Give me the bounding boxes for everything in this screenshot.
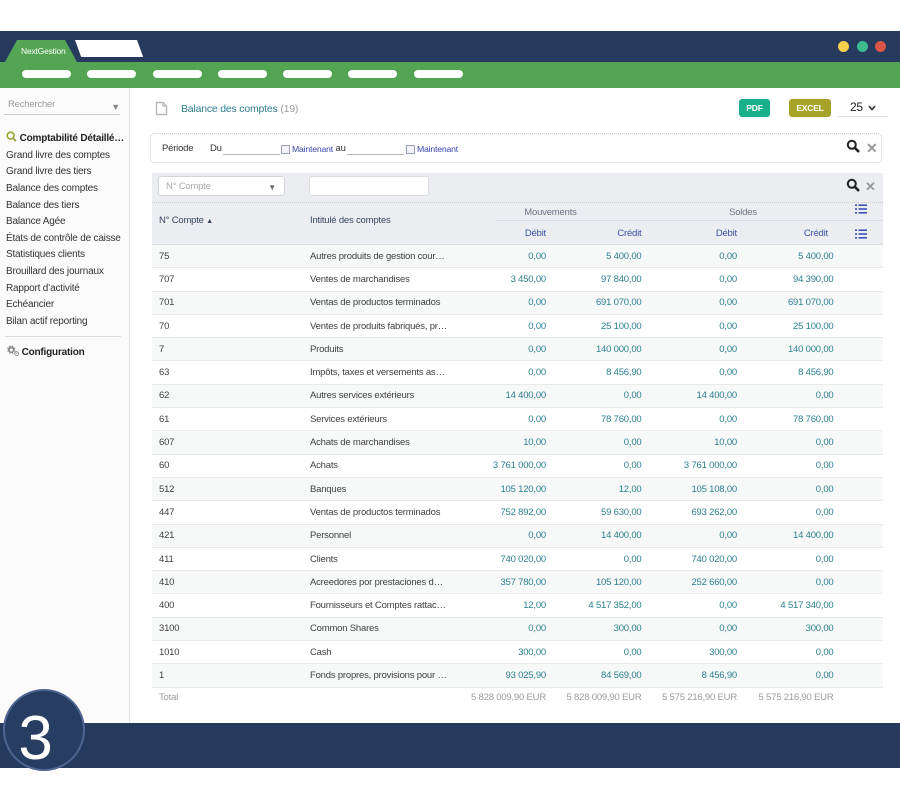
svg-text:3: 3 — [18, 704, 52, 773]
